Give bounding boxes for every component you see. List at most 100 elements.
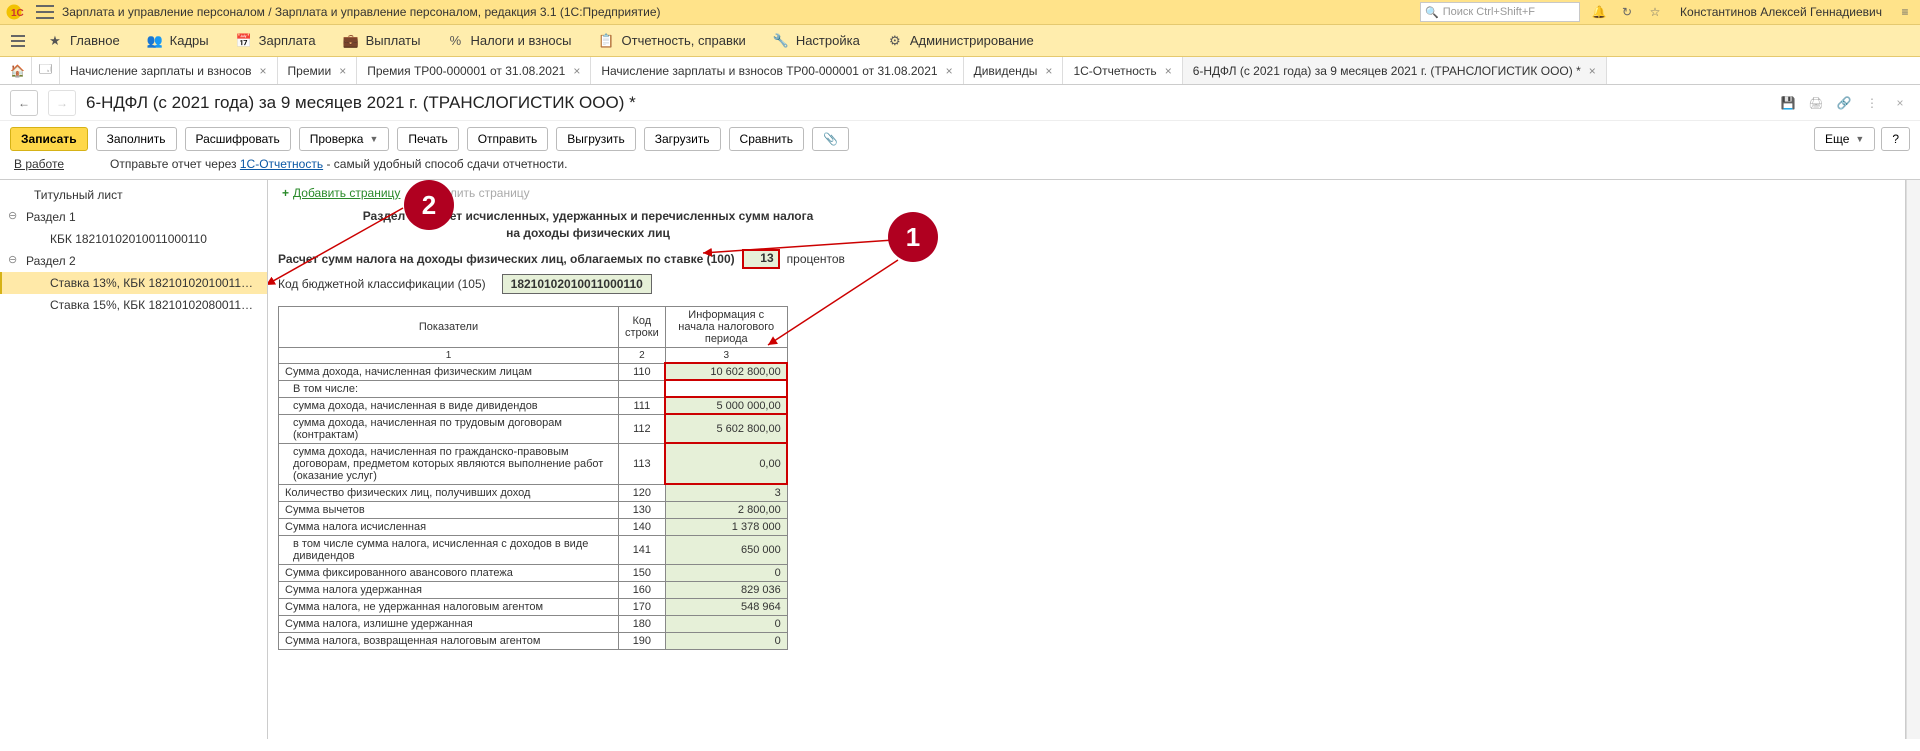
nav-rate15[interactable]: Ставка 15%, КБК 18210102080011000... xyxy=(0,294,267,316)
tab-4[interactable]: Дивиденды× xyxy=(964,57,1064,84)
tab-5[interactable]: 1С-Отчетность× xyxy=(1063,57,1182,84)
vdots-icon[interactable]: ⋮ xyxy=(1862,93,1882,113)
user-menu-icon[interactable]: ≡ xyxy=(1896,3,1914,21)
close-icon[interactable]: × xyxy=(1165,64,1172,78)
row-value[interactable]: 3 xyxy=(665,484,787,501)
row-value[interactable]: 548 964 xyxy=(665,598,787,615)
status-link[interactable]: В работе xyxy=(14,157,64,171)
row-value[interactable]: 0 xyxy=(665,564,787,581)
rate-input[interactable]: 13 xyxy=(743,250,779,268)
menu-vyplaty[interactable]: 💼Выплаты xyxy=(330,28,433,54)
home-button[interactable]: 🏠 xyxy=(4,57,32,84)
colnum-1: 1 xyxy=(279,347,619,363)
link-icon[interactable]: 🔗 xyxy=(1834,93,1854,113)
hamburger-icon[interactable] xyxy=(36,5,54,19)
row-value[interactable]: 5 000 000,00 xyxy=(665,397,787,414)
print-icon[interactable]: 🖨 xyxy=(1806,93,1826,113)
row-label: сумма дохода, начисленная по гражданско-… xyxy=(279,443,619,484)
history-icon[interactable]: ↻ xyxy=(1618,3,1636,21)
global-search-input[interactable]: 🔍 Поиск Ctrl+Shift+F xyxy=(1420,2,1580,22)
row-value[interactable]: 5 602 800,00 xyxy=(665,414,787,443)
close-icon[interactable]: × xyxy=(339,64,346,78)
row-value[interactable]: 829 036 xyxy=(665,581,787,598)
close-icon[interactable]: × xyxy=(1589,64,1596,78)
row-value[interactable]: 0 xyxy=(665,615,787,632)
save-icon[interactable]: 💾 xyxy=(1778,93,1798,113)
row-code: 110 xyxy=(619,363,666,380)
row-label: в том числе сумма налога, исчисленная с … xyxy=(279,535,619,564)
menu-nalogi[interactable]: %Налоги и взносы xyxy=(434,28,583,54)
col-header-1: Показатели xyxy=(279,306,619,347)
svg-text:1С: 1С xyxy=(11,8,24,19)
tab-2[interactable]: Премия ТР00-000001 от 31.08.2021× xyxy=(357,57,591,84)
upload-button[interactable]: Выгрузить xyxy=(556,127,636,151)
row-value[interactable]: 0,00 xyxy=(665,443,787,484)
scrollbar[interactable] xyxy=(1906,180,1920,739)
star-icon[interactable]: ☆ xyxy=(1646,3,1664,21)
row-value[interactable]: 650 000 xyxy=(665,535,787,564)
more-button[interactable]: Еще▼ xyxy=(1814,127,1875,151)
nav-section1[interactable]: Раздел 1 xyxy=(0,206,267,228)
table-row: сумма дохода, начисленная по трудовым до… xyxy=(279,414,788,443)
download-button[interactable]: Загрузить xyxy=(644,127,721,151)
current-user[interactable]: Константинов Алексей Геннадиевич xyxy=(1680,5,1882,19)
decrypt-button[interactable]: Расшифровать xyxy=(185,127,291,151)
compare-button[interactable]: Сравнить xyxy=(729,127,804,151)
row-value[interactable]: 1 378 000 xyxy=(665,518,787,535)
close-icon[interactable]: × xyxy=(260,64,267,78)
gear-icon: ⚙ xyxy=(886,32,904,50)
add-page-link[interactable]: Добавить страницу xyxy=(293,186,400,200)
windows-button[interactable]: 🗔 xyxy=(32,57,60,84)
callout-1: 1 xyxy=(888,212,938,262)
check-button[interactable]: Проверка▼ xyxy=(299,127,390,151)
tab-3[interactable]: Начисление зарплаты и взносов ТР00-00000… xyxy=(591,57,963,84)
fill-button[interactable]: Заполнить xyxy=(96,127,177,151)
row-label: сумма дохода, начисленная по трудовым до… xyxy=(279,414,619,443)
table-row: Сумма налога исчисленная1401 378 000 xyxy=(279,518,788,535)
help-button[interactable]: ? xyxy=(1881,127,1910,151)
close-icon[interactable]: × xyxy=(946,64,953,78)
kbk-value[interactable]: 18210102010011000110 xyxy=(502,274,652,294)
row-label: Сумма налога удержанная xyxy=(279,581,619,598)
close-icon[interactable]: × xyxy=(1890,93,1910,113)
1c-report-link[interactable]: 1С-Отчетность xyxy=(240,157,323,171)
send-button[interactable]: Отправить xyxy=(467,127,549,151)
attach-button[interactable]: 📎 xyxy=(812,127,849,151)
back-button[interactable]: ← xyxy=(10,90,38,116)
row-value[interactable]: 10 602 800,00 xyxy=(665,363,787,380)
menu-kadry[interactable]: 👥Кадры xyxy=(134,28,221,54)
print-button[interactable]: Печать xyxy=(397,127,458,151)
menu-nastroika[interactable]: 🔧Настройка xyxy=(760,28,872,54)
save-button[interactable]: Записать xyxy=(10,127,88,151)
menu-otchetnost[interactable]: 📋Отчетность, справки xyxy=(586,28,758,54)
content-pane: + Добавить страницу − Удалить страницу Р… xyxy=(268,180,1906,739)
doc-title: 6-НДФЛ (с 2021 года) за 9 месяцев 2021 г… xyxy=(86,93,636,113)
col-header-2: Код строки xyxy=(619,306,666,347)
menu-zarplata[interactable]: 📅Зарплата xyxy=(223,28,328,54)
bell-icon[interactable]: 🔔 xyxy=(1590,3,1608,21)
close-icon[interactable]: × xyxy=(573,64,580,78)
sections-menu-icon[interactable] xyxy=(6,29,30,53)
table-row: Сумма налога, возвращенная налоговым аге… xyxy=(279,632,788,649)
star-icon: ★ xyxy=(46,32,64,50)
rate-line: Расчет сумм налога на доходы физических … xyxy=(278,250,1895,268)
row-value[interactable]: 2 800,00 xyxy=(665,501,787,518)
nav-rate13[interactable]: Ставка 13%, КБК 18210102010011000... xyxy=(0,272,267,294)
table-row: Сумма налога удержанная160829 036 xyxy=(279,581,788,598)
tab-1[interactable]: Премии× xyxy=(278,57,358,84)
rate-label: Расчет сумм налога на доходы физических … xyxy=(278,252,735,266)
nav-section2[interactable]: Раздел 2 xyxy=(0,250,267,272)
nav-kbk1[interactable]: КБК 18210102010011000110 xyxy=(0,228,267,250)
menu-main[interactable]: ★Главное xyxy=(34,28,132,54)
row-value[interactable]: 0 xyxy=(665,632,787,649)
close-icon[interactable]: × xyxy=(1045,64,1052,78)
nav-title-page[interactable]: Титульный лист xyxy=(0,184,267,206)
tab-6[interactable]: 6-НДФЛ (с 2021 года) за 9 месяцев 2021 г… xyxy=(1183,57,1607,84)
row-code: 190 xyxy=(619,632,666,649)
doc-toolbar: Записать Заполнить Расшифровать Проверка… xyxy=(0,121,1920,157)
wallet-icon: 💼 xyxy=(342,32,360,50)
tab-0[interactable]: Начисление зарплаты и взносов× xyxy=(60,57,278,84)
row-label: сумма дохода, начисленная в виде дивиден… xyxy=(279,397,619,414)
menu-admin[interactable]: ⚙Администрирование xyxy=(874,28,1046,54)
tabs-bar: 🏠 🗔 Начисление зарплаты и взносов× Преми… xyxy=(0,57,1920,85)
